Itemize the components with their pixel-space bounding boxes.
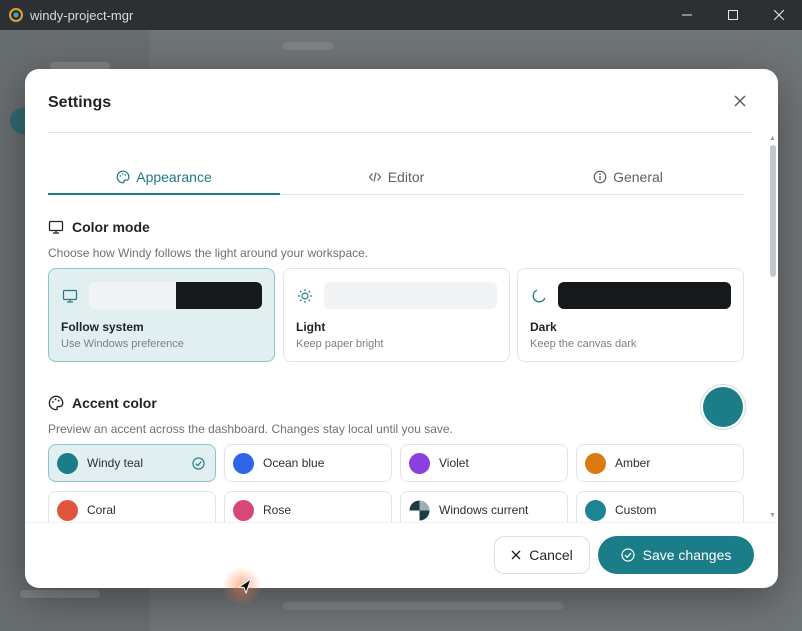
color-mode-description: Choose how Windy follows the light aroun… [48, 246, 369, 260]
swatch-amber[interactable]: Amber [576, 444, 744, 482]
swatch-color-dot [585, 499, 606, 521]
swatch-label: Rose [263, 503, 292, 517]
scrollbar[interactable]: ▲ ▼ [769, 135, 776, 519]
maximize-button[interactable] [710, 0, 756, 30]
mode-option-follow-system[interactable]: Follow system Use Windows preference [48, 268, 275, 362]
tab-editor[interactable]: Editor [280, 159, 512, 194]
app-logo-icon [9, 8, 23, 22]
swatch-label: Custom [615, 503, 657, 517]
footer-divider [25, 522, 778, 523]
follow-system-preview [89, 282, 262, 309]
swatch-label: Coral [87, 503, 116, 517]
scrollbar-thumb[interactable] [770, 145, 776, 277]
mode-subtitle: Keep paper bright [296, 338, 384, 350]
tab-appearance[interactable]: Appearance [48, 159, 280, 195]
mode-name: Follow system [61, 320, 144, 334]
mode-option-light[interactable]: Light Keep paper bright [283, 268, 510, 362]
close-icon [734, 95, 746, 107]
color-mode-title: Color mode [72, 219, 150, 235]
check-circle-icon [192, 457, 205, 470]
cancel-button[interactable]: Cancel [494, 536, 590, 574]
accent-preview-circle [703, 387, 743, 427]
check-circle-icon [621, 548, 635, 562]
save-label: Save changes [642, 547, 732, 563]
moon-icon [532, 289, 546, 303]
palette-icon [48, 395, 64, 411]
window-close-icon [774, 10, 784, 20]
settings-tabs: Appearance Editor General [48, 159, 744, 195]
save-changes-button[interactable]: Save changes [598, 536, 754, 574]
swatch-label: Windy teal [87, 456, 144, 470]
backdrop-text-line [20, 590, 100, 598]
swatch-ocean-blue[interactable]: Ocean blue [224, 444, 392, 482]
accent-color-title: Accent color [72, 395, 157, 411]
accent-color-description: Preview an accent across the dashboard. … [48, 422, 453, 436]
mouse-cursor-icon [238, 578, 252, 594]
windows-current-dot [409, 499, 430, 521]
swatch-windows-current[interactable]: Windows current [400, 491, 568, 523]
swatch-violet[interactable]: Violet [400, 444, 568, 482]
monitor-icon [48, 220, 64, 234]
swatch-windy-teal[interactable]: Windy teal [48, 444, 216, 482]
swatch-rose[interactable]: Rose [224, 491, 392, 523]
mode-name: Light [296, 320, 326, 334]
minimize-icon [682, 14, 692, 16]
swatch-color-dot [233, 499, 254, 521]
backdrop-text-line [283, 602, 563, 610]
maximize-icon [728, 10, 738, 20]
swatch-label: Ocean blue [263, 456, 325, 470]
color-mode-heading: Color mode [48, 219, 150, 235]
title-bar: windy-project-mgr [0, 0, 802, 30]
cancel-label: Cancel [529, 547, 573, 563]
monitor-icon [62, 289, 78, 303]
swatch-color-dot [585, 452, 606, 474]
minimize-button[interactable] [664, 0, 710, 30]
swatch-color-dot [57, 499, 78, 521]
dark-preview [558, 282, 731, 309]
code-icon [368, 171, 381, 182]
swatch-label: Amber [615, 456, 651, 470]
backdrop-text-line [283, 42, 333, 50]
window-title: windy-project-mgr [30, 7, 134, 23]
mode-name: Dark [530, 320, 557, 334]
settings-scroll-area[interactable]: Appearance Editor General Color mode Cho… [25, 133, 778, 523]
sun-icon [298, 289, 312, 303]
tab-general[interactable]: General [512, 159, 744, 194]
swatch-label: Violet [439, 456, 469, 470]
tab-appearance-label: Appearance [136, 168, 212, 185]
dialog-close-button[interactable] [728, 89, 752, 113]
mode-subtitle: Keep the canvas dark [530, 338, 637, 350]
swatch-label: Windows current [439, 503, 529, 517]
scroll-up-icon: ▲ [769, 135, 776, 142]
swatch-color-dot [409, 452, 430, 474]
tab-editor-label: Editor [387, 168, 425, 185]
tab-general-label: General [613, 168, 663, 185]
swatch-color-dot [233, 452, 254, 474]
light-preview [324, 282, 497, 309]
scroll-down-icon: ▼ [769, 512, 776, 519]
palette-icon [116, 170, 130, 183]
swatch-custom[interactable]: Custom [576, 491, 744, 523]
dialog-title: Settings [48, 94, 112, 111]
window-close-button[interactable] [756, 0, 802, 30]
info-icon [593, 170, 607, 183]
mode-subtitle: Use Windows preference [61, 338, 184, 350]
mode-option-dark[interactable]: Dark Keep the canvas dark [517, 268, 744, 362]
close-icon [511, 550, 521, 560]
accent-color-heading: Accent color [48, 395, 157, 411]
swatch-color-dot [57, 452, 78, 474]
swatch-coral[interactable]: Coral [48, 491, 216, 523]
settings-dialog: Settings Appearance Editor General Color… [25, 69, 778, 588]
